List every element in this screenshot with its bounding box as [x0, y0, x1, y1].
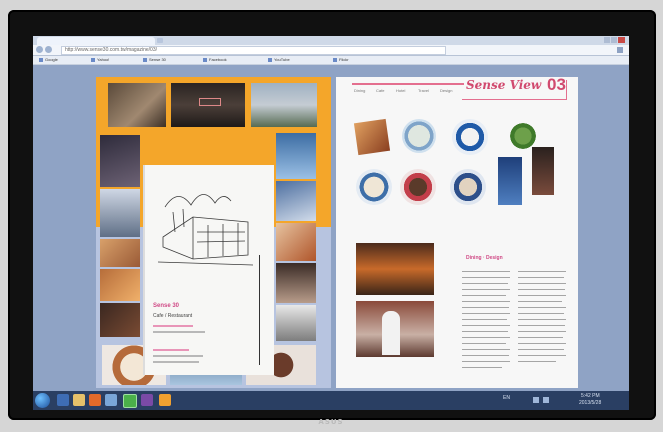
section-nav-item[interactable]: Dining: [354, 88, 365, 93]
photo-plate: [450, 169, 486, 205]
close-button[interactable]: [618, 37, 625, 43]
photo-cafe-sign: [171, 83, 245, 127]
issue-number: 03: [547, 75, 566, 94]
bookmark-item[interactable]: Facebook: [203, 57, 227, 63]
maximize-button[interactable]: [611, 37, 617, 43]
photo-dish: [100, 269, 140, 301]
photo-plate: [356, 169, 392, 205]
bookmark-item[interactable]: Sense 30: [143, 57, 166, 63]
photo-food: [100, 239, 140, 267]
article-column: [518, 271, 568, 383]
section-nav-item[interactable]: Hotel: [396, 88, 405, 93]
photo-glass-window: [276, 133, 316, 179]
minimize-button[interactable]: [604, 37, 610, 43]
clock-date[interactable]: 2013/5/28: [579, 400, 601, 406]
app-icon[interactable]: [159, 394, 171, 406]
architecture-sketch-card: Sense 30 Cafe / Restaurant: [143, 165, 274, 375]
building-sketch-icon: [157, 194, 254, 266]
section-nav-item[interactable]: Design: [440, 88, 452, 93]
photo-bar: [100, 303, 140, 337]
browser-tab[interactable]: [37, 37, 155, 45]
new-tab-button[interactable]: [157, 38, 163, 43]
neon-sign-icon: [199, 98, 221, 106]
photo-cafe-interior: [108, 83, 166, 127]
text-line: [153, 325, 193, 327]
photo-viewer-icon[interactable]: [105, 394, 117, 406]
bookmark-item[interactable]: Google: [39, 57, 58, 63]
url-input[interactable]: http://www.sense30.com.tw/magazine/03/: [61, 46, 446, 55]
ie-icon[interactable]: [57, 394, 69, 406]
bookmark-item[interactable]: Flickr: [333, 57, 349, 63]
photo-plate: [402, 119, 436, 153]
browser-tab-bar: [33, 36, 629, 45]
photo-pastry: [276, 223, 316, 261]
section-nav-item[interactable]: Cafe: [376, 88, 384, 93]
photo-glass: [498, 157, 522, 205]
section-nav-item[interactable]: Travel: [418, 88, 429, 93]
forward-button[interactable]: [45, 46, 52, 53]
photo-blue-interior: [100, 189, 140, 237]
article-column: [462, 271, 512, 383]
photo-restaurant-bar: [356, 243, 434, 295]
photo-chef: [276, 305, 316, 341]
folder-icon[interactable]: [73, 394, 85, 406]
chef-figure: [382, 311, 400, 355]
sketch-divider: [259, 255, 260, 365]
photo-dish: [353, 118, 391, 156]
text-line: [153, 355, 203, 357]
text-line: [153, 349, 189, 351]
photo-building-exterior: [251, 83, 317, 127]
monitor: ASUS http://www.sense30.com.tw/magazine/…: [0, 0, 663, 432]
photo-chef-portrait: [356, 301, 434, 357]
media-player-icon[interactable]: [89, 394, 101, 406]
card-title: Sense 30: [153, 303, 180, 309]
window-controls: [604, 37, 626, 44]
taskbar: EN 5:42 PM 2013/5/28: [33, 391, 629, 410]
start-button[interactable]: [35, 393, 50, 408]
photo-dessert-tall: [532, 147, 554, 195]
bookmarks-bar: Google Yahoo! Sense 30 Facebook YouTube …: [33, 56, 629, 65]
chrome-icon[interactable]: [123, 394, 137, 408]
language-indicator[interactable]: EN: [503, 395, 510, 401]
text-line: [153, 361, 199, 363]
photo-plate: [400, 169, 436, 205]
menu-icon[interactable]: [617, 47, 623, 53]
photo-architecture: [276, 181, 316, 221]
network-icon[interactable]: [533, 397, 539, 403]
magazine-left-page: Sense 30 Cafe / Restaurant: [96, 77, 331, 388]
article-title: Dining · Design: [466, 255, 503, 261]
clock-time[interactable]: 5:42 PM: [581, 393, 600, 399]
volume-icon[interactable]: [543, 397, 549, 403]
bookmark-item[interactable]: Yahoo!: [91, 57, 109, 63]
app-icon[interactable]: [141, 394, 153, 406]
bookmark-item[interactable]: YouTube: [268, 57, 290, 63]
screen: http://www.sense30.com.tw/magazine/03/ G…: [33, 36, 629, 410]
browser-address-bar: http://www.sense30.com.tw/magazine/03/: [33, 45, 629, 56]
section-nav: Dining Cafe Hotel Travel Design: [352, 83, 464, 99]
back-button[interactable]: [36, 46, 43, 53]
photo-plate: [452, 119, 488, 155]
photo-dark-room: [100, 135, 140, 187]
card-subtitle: Cafe / Restaurant: [153, 313, 193, 319]
magazine-right-page: Dining Cafe Hotel Travel Design Sense Vi…: [336, 75, 578, 388]
text-line: [153, 331, 205, 333]
magazine-header-title: Sense View: [466, 78, 542, 92]
photo-wine-bottles: [276, 263, 316, 303]
monitor-brand-label: ASUS: [318, 418, 344, 426]
